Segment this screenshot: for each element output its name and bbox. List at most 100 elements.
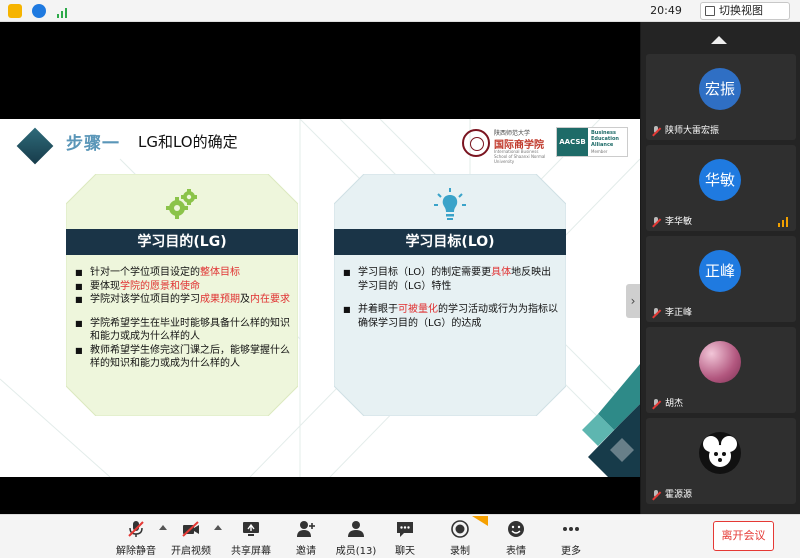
video-label: 开启视频 [171,546,211,557]
mute-label: 解除静音 [116,546,156,557]
slide-title: LG和LO的确定 [138,133,238,151]
highlight-text: 内在要求 [250,294,290,305]
university-logo: 陕西师范大学 国际商学院 International Business Scho… [462,127,547,164]
add-user-icon [297,521,315,537]
invite-label: 邀请 [296,546,316,557]
mic-muted-icon [651,399,661,409]
participant-tile[interactable]: 宏振陕师大雷宏振 [646,54,796,140]
corner-decoration [582,364,640,477]
bullet-text: 要体现 [90,280,120,292]
security-icon[interactable] [32,4,46,18]
bullet-item: 针对一个学位项目设定的整体目标 [74,266,290,280]
participant-name: 李华敏 [649,215,692,229]
participant-name-text: 陕师大雷宏振 [665,126,720,136]
participants-panel: 宏振陕师大雷宏振华敏李华敏正峰 李正峰胡杰霍源源 [641,22,800,514]
highlight-text: 学院的愿景和使命 [120,280,200,292]
bullet-item: 学院希望学生在毕业时能够具备什么样的知识和能力或成为什么样的人 [74,317,290,344]
bullet-item: 教师希望学生修完这门课之后，能够掌握什么样的知识和能力或成为什么样的人 [74,344,290,371]
shield-icon[interactable] [8,4,22,18]
bullet-item: 要体现学院的愿景和使命 [74,280,290,294]
scroll-up-chevron-icon[interactable] [711,36,727,44]
lg-list: 针对一个学位项目设定的整体目标要体现学院的愿景和使命学院对该学位项目的学习成果预… [74,266,290,371]
bullet-text: 针对一个学位项目设定的 [90,267,200,278]
bullet-item: 并着眼于可被量化的学习活动或行为为指标以确保学习目的（LG）的达成 [342,303,558,330]
chat-icon [397,522,413,537]
collapse-sidebar-button[interactable]: › [626,284,640,318]
mute-button[interactable]: 解除静音 [108,518,164,558]
members-label: 成员(13) [335,546,377,557]
avatar: 宏振 [699,68,741,110]
invite-button[interactable]: 邀请 [278,518,334,558]
participant-name: 霍源源 [649,488,692,502]
reactions-button[interactable]: 表情 [488,518,544,558]
mouse-cursor-icon [626,350,632,358]
participant-name: 陕师大雷宏振 [649,124,719,138]
lightbulb-icon [434,188,466,220]
participant-name-text: 霍源源 [665,490,693,500]
aacsb-logo: AACSB Business Education Alliance Member [556,127,628,157]
mic-muted-icon [651,126,661,136]
gears-icon [166,189,197,219]
bullet-item: 学习目标（LO）的制定需要更具体地反映出学习目的（LG）特性 [342,266,558,293]
video-options-chevron-icon[interactable] [214,525,222,530]
share-screen-label: 共享屏幕 [231,546,271,557]
leave-meeting-button[interactable]: 离开会议 [713,521,774,551]
more-label: 更多 [561,546,581,557]
members-button[interactable]: 成员(13) [328,518,384,558]
record-button[interactable]: 录制 [432,516,488,558]
aacsb-badge: AACSB [557,128,588,156]
top-status-bar: 20:49 切换视图 [0,0,800,22]
more-dots-icon [563,527,579,531]
signal-icon[interactable] [56,4,70,18]
highlight-text: 整体目标 [200,267,240,278]
aacsb-member: Member [591,149,608,154]
members-icon [348,521,364,537]
meeting-toolbar: 解除静音 开启视频 共享屏幕 邀请 成员(13) 聊天 录制 表情 更多 离开会… [0,514,800,558]
bullet-text: 及 [240,294,250,305]
step-label: 步骤一 [66,134,120,154]
participant-tile[interactable]: 正峰 李正峰 [646,236,796,322]
share-screen-button[interactable]: 共享屏幕 [223,518,279,558]
participant-name: 李正峰 [649,306,692,320]
switch-view-label: 切换视图 [719,4,763,17]
participant-tile[interactable]: 胡杰 [646,327,796,413]
participant-name-text: 李华敏 [665,217,693,227]
avatar: 华敏 [699,159,741,201]
participant-tile[interactable]: 华敏李华敏 [646,145,796,231]
highlight-text: 可被量化 [398,304,438,315]
highlight-text: 具体 [491,267,512,278]
camera-off-icon [182,521,199,537]
record-label: 录制 [450,546,470,557]
chat-button[interactable]: 聊天 [377,518,433,558]
new-badge-icon [472,516,488,526]
share-screen-icon [243,522,259,536]
highlight-text: 成果预期 [200,294,240,305]
mic-muted-icon [651,217,661,227]
university-seal-icon [462,129,490,157]
lg-card-body: 针对一个学位项目设定的整体目标要体现学院的愿景和使命学院对该学位项目的学习成果预… [74,266,290,371]
lg-card-header: 学习目的(LG) [66,229,298,255]
smiley-icon [508,521,524,537]
more-button[interactable]: 更多 [543,518,599,558]
bullet-text: 学院对该学位项目的学习 [90,294,200,305]
mic-muted-icon [651,490,661,500]
bullet-item: 学院对该学位项目的学习成果预期及内在要求 [74,293,290,307]
participant-tile[interactable]: 霍源源 [646,418,796,504]
avatar [699,432,741,474]
participant-name: 胡杰 [649,397,683,411]
avatar [699,341,741,383]
lg-card: 学习目的(LG) 针对一个学位项目设定的整体目标要体现学院的愿景和使命学院对该学… [66,174,298,416]
record-icon [451,520,469,538]
participant-name-text: 胡杰 [665,399,684,409]
lo-card-body: 学习目标（LO）的制定需要更具体地反映出学习目的（LG）特性并着眼于可被量化的学… [342,266,558,330]
switch-view-button[interactable]: 切换视图 [700,2,790,20]
mic-muted-icon [128,521,144,537]
presentation-slide: 步骤一 LG和LO的确定 陕西师范大学 国际商学院 International … [0,119,640,477]
grid-view-icon [705,6,715,16]
lo-card: 学习目标(LO) 学习目标（LO）的制定需要更具体地反映出学习目的（LG）特性并… [334,174,566,416]
video-button[interactable]: 开启视频 [163,518,219,558]
aacsb-text: Business Education Alliance [591,130,619,148]
bullet-text: 并着眼于 [358,304,398,315]
